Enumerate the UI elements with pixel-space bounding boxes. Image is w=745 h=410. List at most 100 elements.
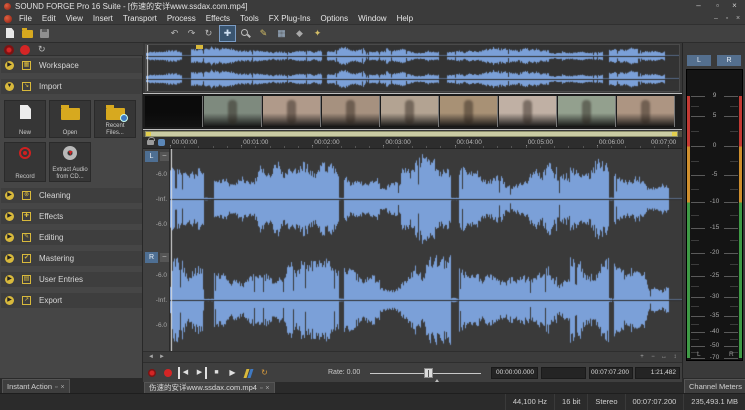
zoom-in-time-icon[interactable]: + [637, 353, 647, 362]
waveform-view[interactable] [170, 149, 682, 250]
close-button[interactable]: × [726, 0, 743, 13]
scroll-left-icon[interactable]: ◄ [146, 353, 156, 362]
video-thumbnail[interactable] [440, 96, 498, 127]
video-thumbnail[interactable] [558, 96, 616, 127]
overview-bar[interactable] [145, 44, 680, 92]
mdi-close-icon[interactable]: × [733, 14, 743, 24]
section-mastering[interactable]: ▶✔Mastering [1, 251, 142, 266]
transport-time-selection[interactable] [541, 367, 586, 379]
expand-icon[interactable]: ▶ [5, 296, 14, 305]
open-file-icon[interactable] [20, 26, 35, 41]
touch-tool-icon[interactable]: ✦ [310, 26, 325, 41]
waveform-canvas-r[interactable] [170, 250, 682, 351]
navigate-tool-icon[interactable]: ✚ [220, 26, 235, 41]
menu-file[interactable]: File [14, 13, 37, 25]
channel-minimize-button[interactable]: – [160, 253, 169, 262]
loop-playback-icon[interactable]: ↻ [258, 367, 271, 379]
tab-instant-action[interactable]: Instant Action▫× [2, 379, 70, 393]
section-effects[interactable]: ▶✚Effects [1, 209, 142, 224]
section-cleaning[interactable]: ▶⊗Cleaning [1, 188, 142, 203]
play-chain-icon[interactable] [242, 367, 255, 379]
section-workspace[interactable]: ▶▦Workspace [1, 58, 142, 73]
mdi-minimize-icon[interactable]: – [711, 14, 721, 24]
meter-l-button[interactable]: L [687, 55, 711, 66]
time-ruler[interactable]: 00:00:0000:01:0000:02:0000:03:0000:04:00… [143, 137, 682, 149]
pencil-tool-icon[interactable]: ✎ [256, 26, 271, 41]
section-editing[interactable]: ▶✎Editing [1, 230, 142, 245]
section-export[interactable]: ▶↗Export [1, 293, 142, 308]
scroll-right-icon[interactable]: ► [157, 353, 167, 362]
video-thumbnail[interactable] [617, 96, 675, 127]
lock-icon[interactable] [147, 140, 154, 145]
video-thumbnail[interactable] [381, 96, 439, 127]
overview-cursor-flag[interactable] [196, 45, 203, 49]
button-recent-files[interactable]: Recent Files... [94, 100, 136, 138]
channel-minimize-button[interactable]: – [160, 152, 169, 161]
close-icon[interactable]: × [58, 384, 65, 391]
menu-transport[interactable]: Transport [118, 13, 162, 25]
menu-fx-plug-ins[interactable]: FX Plug-Ins [264, 13, 316, 25]
restore-icon[interactable]: ▫ [52, 384, 57, 391]
menu-process[interactable]: Process [162, 13, 201, 25]
magnify-tool-icon[interactable] [238, 26, 253, 41]
record-icon[interactable] [162, 367, 175, 379]
section-user-entries[interactable]: ▶▤User Entries [1, 272, 142, 287]
zoom-h-icon[interactable]: ↔ [659, 353, 669, 362]
refresh-icon[interactable]: ↻ [38, 44, 46, 55]
waveform-view[interactable] [170, 250, 682, 351]
expand-icon[interactable]: ▶ [5, 212, 14, 221]
expand-icon[interactable]: ▶ [5, 61, 14, 70]
stop-icon[interactable]: ■ [210, 367, 223, 379]
go-to-end-icon[interactable]: ▶ [194, 367, 207, 379]
section-import[interactable]: ▼↘Import [1, 79, 142, 94]
menu-options[interactable]: Options [316, 13, 354, 25]
button-new[interactable]: New [4, 100, 46, 138]
button-open[interactable]: Open [49, 100, 91, 138]
rate-slider-thumb[interactable] [424, 368, 433, 378]
undo-icon[interactable]: ↶ [167, 26, 182, 41]
zoom-out-time-icon[interactable]: − [648, 353, 658, 362]
tab-document[interactable]: 伤速的安详www.ssdax.com.mp4▫× [144, 382, 275, 393]
save-file-icon[interactable] [37, 26, 52, 41]
record-trigger-icon[interactable] [146, 367, 159, 379]
record-icon[interactable] [20, 45, 30, 55]
overview-waveform[interactable] [146, 45, 679, 91]
menu-effects[interactable]: Effects [201, 13, 235, 25]
menu-insert[interactable]: Insert [88, 13, 118, 25]
redo-icon[interactable]: ↷ [184, 26, 199, 41]
expand-icon[interactable]: ▶ [5, 233, 14, 242]
close-icon[interactable]: × [262, 385, 269, 392]
video-thumbnail[interactable] [263, 96, 321, 127]
restore-button[interactable]: ▫ [709, 0, 726, 13]
transport-time-length[interactable]: 1:21,482 [635, 367, 680, 379]
expand-icon[interactable]: ▶ [5, 275, 14, 284]
video-thumbnail[interactable] [204, 96, 262, 127]
menu-help[interactable]: Help [392, 13, 418, 25]
snap-icon[interactable] [158, 139, 165, 146]
minimize-button[interactable]: – [690, 0, 707, 13]
video-thumbnail[interactable] [322, 96, 380, 127]
transport-time-position[interactable]: 00:00:00.000 [491, 367, 538, 379]
expand-icon[interactable]: ▶ [5, 191, 14, 200]
collapse-icon[interactable]: ▼ [5, 82, 14, 91]
channel-r-button[interactable]: R [145, 252, 158, 263]
channel-l-button[interactable]: L [145, 151, 158, 162]
play-icon[interactable]: ▶ [226, 367, 239, 379]
video-strip[interactable] [143, 93, 682, 130]
zoom-v-icon[interactable]: ↕ [670, 353, 680, 362]
record-trigger-icon[interactable] [4, 45, 14, 55]
new-file-icon[interactable] [3, 26, 18, 41]
go-to-start-icon[interactable]: ◀ [178, 367, 191, 379]
event-tool-icon[interactable]: ▦ [274, 26, 289, 41]
menu-view[interactable]: View [61, 13, 88, 25]
mdi-restore-icon[interactable]: ▫ [722, 14, 732, 24]
button-record[interactable]: Record [4, 142, 46, 182]
button-extract-audio-from-cd[interactable]: Extract Audio from CD... [49, 142, 91, 182]
repeat-icon[interactable]: ↻ [201, 26, 216, 41]
waveform-canvas-l[interactable] [170, 149, 682, 250]
video-thumbnail[interactable] [499, 96, 557, 127]
menu-window[interactable]: Window [353, 13, 391, 25]
mute-tool-icon[interactable]: ◆ [292, 26, 307, 41]
tab-channel-meters[interactable]: Channel Meters▫ [684, 379, 745, 393]
video-thumbnail[interactable] [145, 96, 203, 127]
